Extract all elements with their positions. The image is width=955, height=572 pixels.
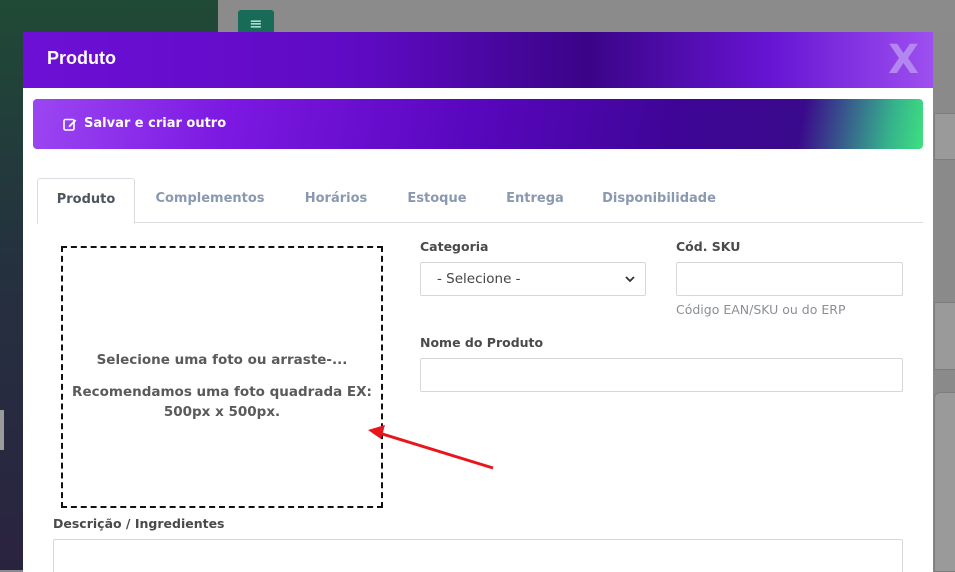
tab-produto[interactable]: Produto [37,178,135,224]
photo-dropzone-hint: Recomendamos uma foto quadrada EX: 500px… [72,384,372,420]
save-and-create-another-label: Salvar e criar outro [84,116,227,131]
sku-helper-text: Código EAN/SKU ou do ERP [676,302,846,317]
product-name-input[interactable] [420,358,903,392]
tab-horarios[interactable]: Horários [297,178,375,222]
product-modal: Produto X Salvar e criar outro Produto C… [23,32,933,572]
background-topbar [218,0,955,31]
sku-label: Cód. SKU [676,239,741,254]
category-label: Categoria [420,239,489,254]
background-card [934,302,955,370]
sku-input[interactable] [676,262,903,296]
description-textarea[interactable] [53,539,903,572]
photo-dropzone-title: Selecione uma foto ou arraste-... [96,352,348,368]
tab-bar: Produto Complementos Horários Estoque En… [37,178,923,224]
tab-estoque[interactable]: Estoque [401,178,473,222]
category-select[interactable]: - Selecione - [420,262,646,296]
action-bar: Salvar e criar outro [33,99,923,149]
tab-disponibilidade[interactable]: Disponibilidade [597,178,721,222]
background-sidebar-marker [0,410,4,450]
modal-header: Produto X [23,32,933,88]
category-select-value: - Selecione - [437,271,521,287]
photo-dropzone[interactable]: Selecione uma foto ou arraste-... Recome… [61,246,383,508]
description-label: Descrição / Ingredientes [53,516,225,531]
chevron-down-icon [625,272,635,287]
close-button[interactable]: X [888,36,919,84]
edit-icon [63,117,77,131]
background-card [934,113,955,160]
save-and-create-another-button[interactable]: Salvar e criar outro [63,116,226,131]
modal-title: Produto [47,48,116,68]
tab-entrega[interactable]: Entrega [499,178,571,222]
tab-complementos[interactable]: Complementos [149,178,271,222]
product-name-label: Nome do Produto [420,335,544,350]
background-card [934,392,955,572]
